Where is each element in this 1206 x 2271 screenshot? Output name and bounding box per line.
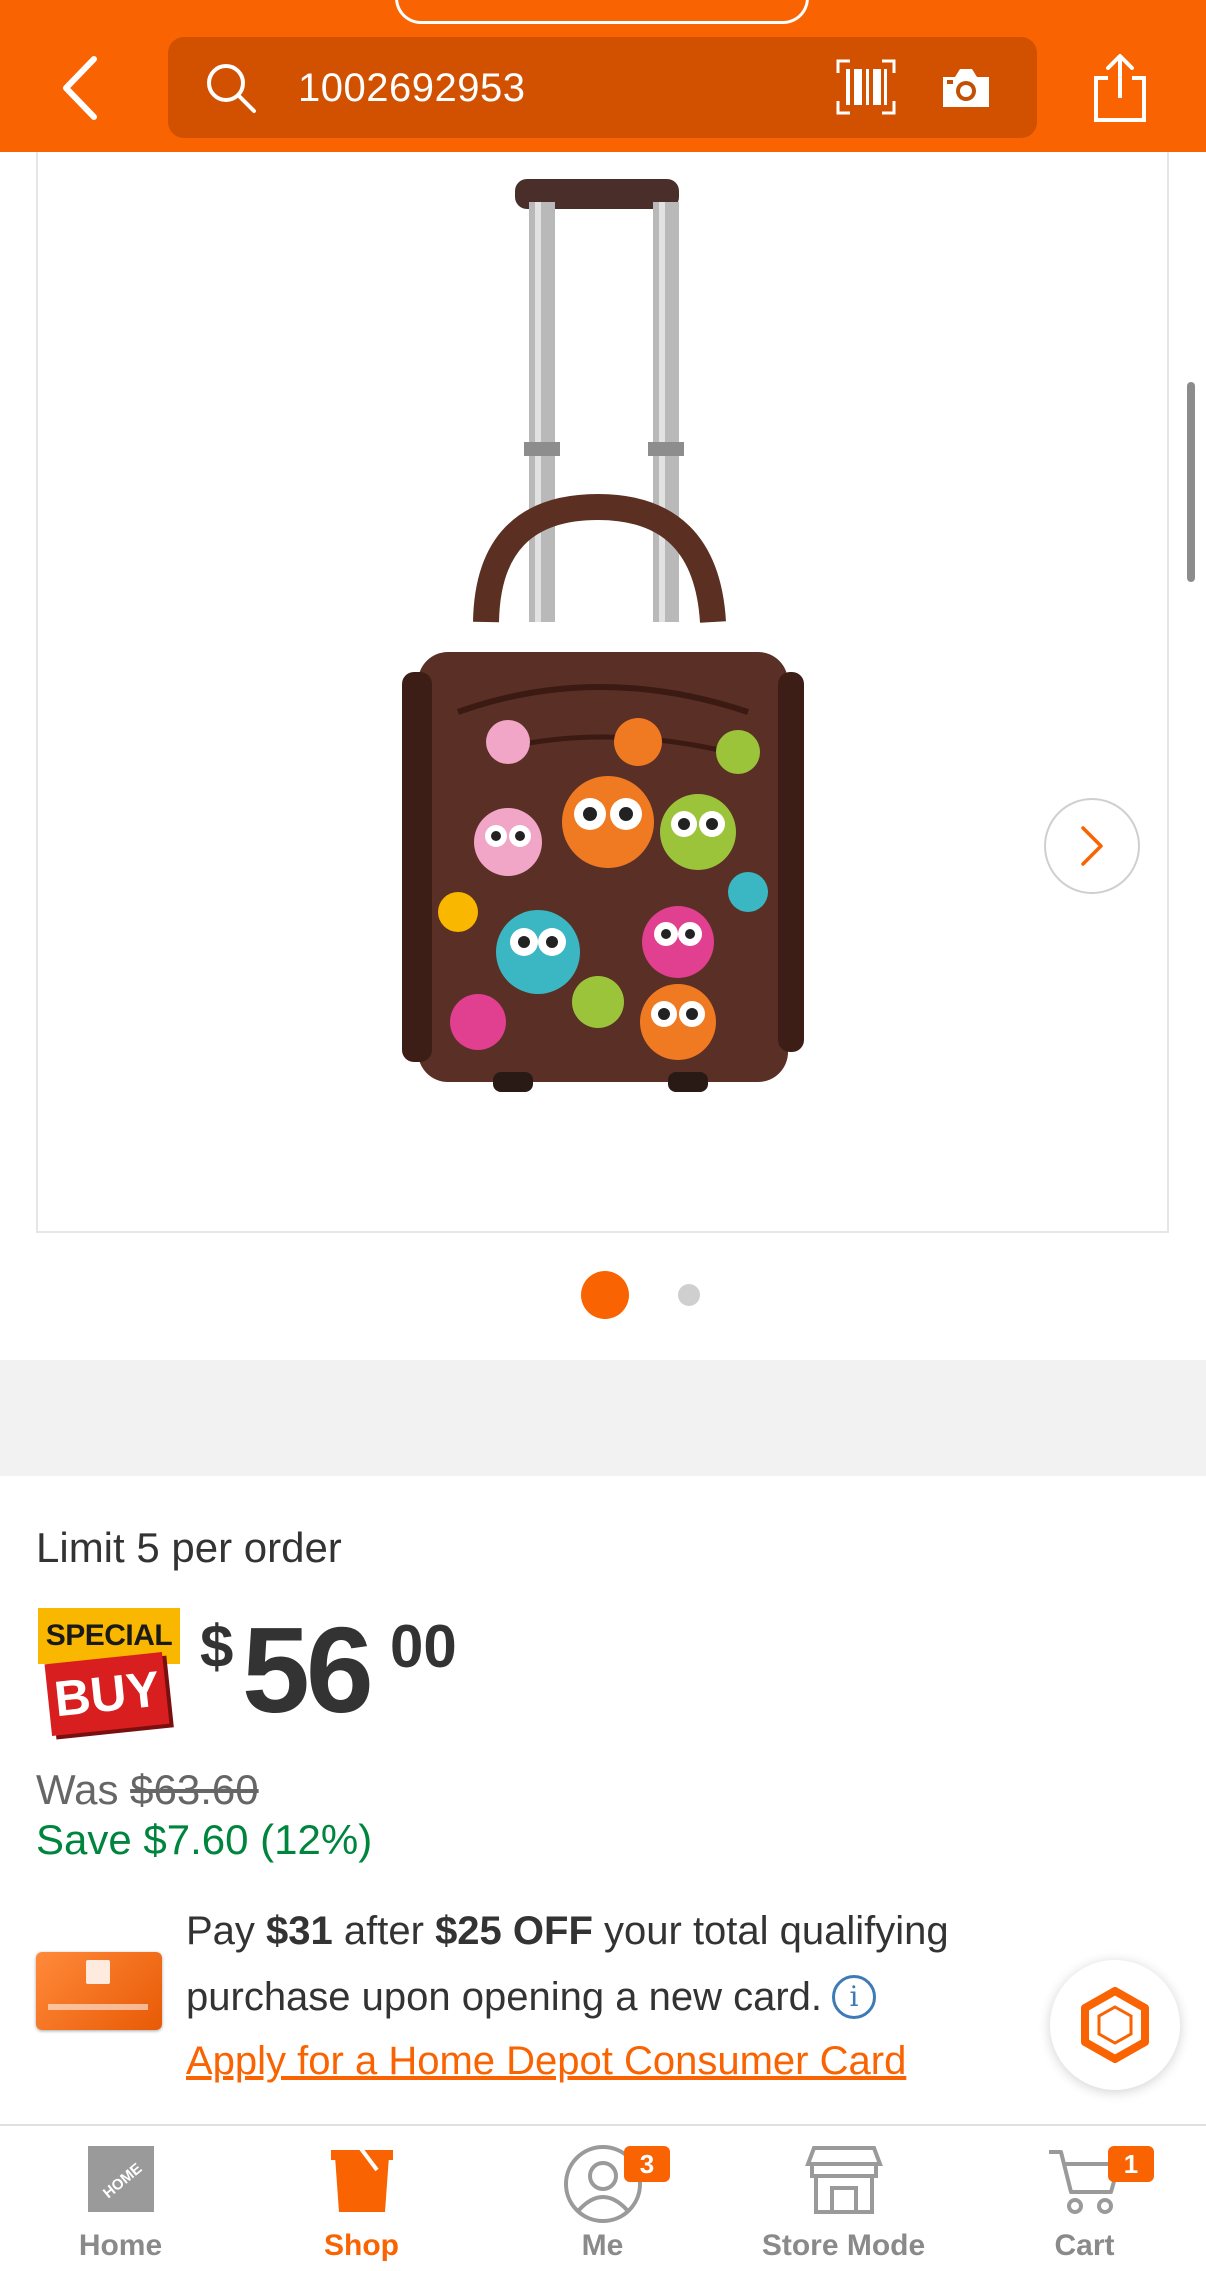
nav-home-label: Home [78,2229,163,2262]
search-icon [207,64,256,113]
offer-text: your total qualifying [592,1909,949,1953]
nav-shop-label: Shop [324,2229,399,2262]
badge-buy-text: BUY [44,1652,170,1736]
offer-text-line1: Pay $31 after $25 OFF your total qualify… [186,1904,949,1958]
nav-cart[interactable]: 1 Cart [964,2126,1205,2271]
apply-card-link[interactable]: Apply for a Home Depot Consumer Card [186,2034,906,2088]
header-pill [395,0,809,24]
product-image[interactable] [36,152,1169,1233]
camera-icon[interactable] [939,65,993,111]
offer-text: after [332,1909,436,1953]
was-price-line: Was $63.60 [36,1764,259,1816]
info-icon[interactable]: i [832,1975,877,2019]
shop-bucket-icon [330,2144,393,2212]
carousel-dot-active[interactable] [581,1271,629,1319]
offer-text: Pay [186,1909,267,1953]
nav-store-mode[interactable]: Store Mode [723,2126,964,2271]
bottom-navigation: HOME Home Shop 3 Me Store Mode 1 Cart [0,2124,1206,2271]
search-bar[interactable]: 1002692953 [168,37,1037,138]
scrollbar[interactable] [1187,382,1195,582]
chevron-right-icon [1081,826,1103,866]
savings-text: Save $7.60 (12%) [36,1816,373,1863]
next-image-button[interactable] [1044,798,1140,894]
price-currency: $ [200,1613,234,1680]
home-depot-logo-icon [86,1960,110,1984]
chevron-left-icon [63,56,97,120]
nav-home[interactable]: HOME Home [0,2126,241,2271]
was-label: Was [36,1766,131,1813]
section-divider [0,1360,1206,1476]
product-page: 1002692953 Limit 5 per order SPECIAL BUY… [0,0,1206,2271]
price-whole: 56 [242,1602,374,1738]
carousel-dot[interactable] [678,1284,700,1306]
notification-badge: 3 [624,2146,670,2182]
nav-me-label: Me [581,2229,624,2262]
luggage-image [402,179,804,1092]
store-icon [804,2146,883,2214]
share-icon[interactable] [1090,52,1150,124]
app-header: 1002692953 [0,0,1206,152]
hexagon-logo-icon [1081,1987,1149,2063]
offer-discount: $25 OFF [435,1909,593,1953]
nav-shop[interactable]: Shop [241,2126,482,2271]
offer-amount: $31 [266,1909,333,1953]
offer-text: purchase upon opening a new card. [186,1975,823,2019]
home-depot-logo-icon: HOME [87,2146,154,2212]
special-buy-badge: SPECIAL BUY [38,1608,188,1738]
chat-assistant-button[interactable] [1050,1960,1180,2090]
search-input[interactable]: 1002692953 [298,63,525,113]
purchase-limit: Limit 5 per order [36,1524,342,1571]
product-gallery[interactable] [0,152,1206,1360]
offer-text-line2: purchase upon opening a new card. i [186,1970,877,2024]
was-price: $63.60 [130,1766,259,1813]
price-cents: 00 [390,1613,457,1680]
card-number-stripe [48,2004,148,2010]
barcode-icon[interactable] [836,59,896,115]
back-button[interactable] [50,48,110,128]
nav-me[interactable]: 3 Me [482,2126,723,2271]
nav-store-mode-label: Store Mode [761,2229,926,2262]
cart-count-badge: 1 [1108,2146,1154,2182]
nav-cart-label: Cart [1054,2229,1115,2262]
credit-card-image [36,1952,162,2030]
